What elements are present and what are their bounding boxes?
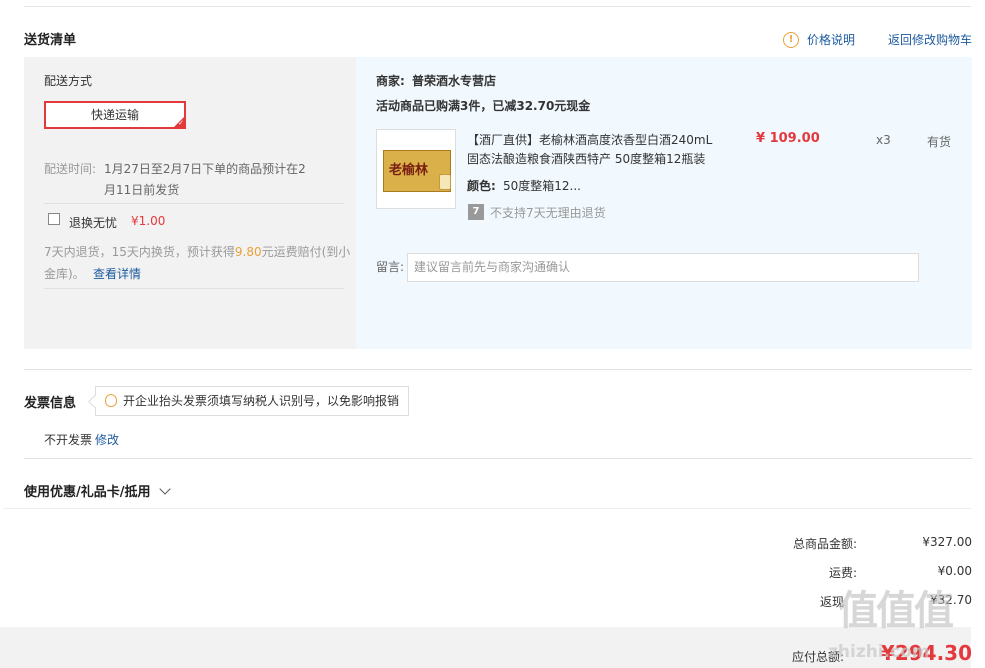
- bottle-shape: [439, 174, 451, 190]
- return-desc-suffix: 元运费赔付(到小: [261, 245, 351, 259]
- divider: [44, 203, 344, 204]
- invoice-tip-text: 开企业抬头发票须填写纳税人识别号，以免影响报销: [123, 394, 400, 408]
- return-desc-prefix: 7天内退货，15天内换货，预计获得: [44, 245, 235, 259]
- product-price: ¥ 109.00: [756, 131, 820, 146]
- price-note-label: 价格说明: [807, 33, 856, 47]
- invoice-tip-box: 开企业抬头发票须填写纳税人识别号，以免影响报销: [88, 386, 409, 416]
- divider: [44, 288, 344, 289]
- color-value: 50度整箱12...: [503, 179, 581, 193]
- goods-total-value: ¥327.00: [922, 535, 972, 549]
- product-title-line1[interactable]: 【酒厂直供】老榆林酒高度浓香型白酒240mL: [467, 131, 712, 148]
- watermark-domain: zhizhi.com: [828, 642, 930, 662]
- price-note-link[interactable]: ! 价格说明: [783, 31, 855, 48]
- message-label: 留言:: [376, 260, 405, 274]
- merchant-name: 普荣酒水专营店: [412, 74, 497, 88]
- return-desc-line2: 金库)。: [44, 267, 85, 281]
- divider: [3, 508, 971, 509]
- delivery-time-label: 配送时间:: [44, 162, 97, 176]
- return-desc-amount: 9.80: [234, 245, 262, 259]
- color-label: 颜色:: [467, 179, 496, 193]
- watermark-logo: 值值值: [838, 588, 954, 634]
- delivery-list-title: 送货清单: [24, 33, 77, 48]
- return-worry-price: ¥1.00: [131, 214, 166, 228]
- coupon-title: 使用优惠/礼品卡/抵用: [24, 485, 151, 500]
- product-quantity: x3: [876, 133, 891, 147]
- product-image-text: 老榆林: [389, 163, 429, 178]
- warning-icon: !: [783, 31, 799, 48]
- invoice-edit-link[interactable]: 修改: [95, 431, 119, 448]
- lightbulb-icon: [105, 394, 117, 407]
- promo-text: 活动商品已购满3件，已减32.70元现金: [376, 99, 591, 113]
- merchant-label: 商家:: [376, 74, 405, 88]
- return-worry-checkbox[interactable]: [48, 213, 60, 225]
- message-input[interactable]: 建议留言前先与商家沟通确认: [407, 253, 919, 282]
- no-return-badge-icon: 7: [468, 204, 484, 220]
- shipping-option-express[interactable]: 快递运输 ✓: [44, 101, 186, 129]
- return-worry-label: 退换无忧: [69, 216, 118, 230]
- product-title-line2[interactable]: 固态法酿造粮食酒陕西特产 50度整箱12瓶装: [467, 150, 705, 167]
- coupon-section-toggle[interactable]: 使用优惠/礼品卡/抵用: [24, 481, 171, 500]
- view-details-link[interactable]: 查看详情: [93, 265, 141, 282]
- goods-total-label: 总商品金额:: [792, 537, 857, 551]
- delivery-time-line2: 月11日前发货: [104, 183, 180, 197]
- product-image[interactable]: 老榆林: [376, 129, 456, 209]
- no-return-text: 不支持7天无理由退货: [490, 206, 606, 220]
- back-to-cart-link[interactable]: 返回修改购物车: [888, 31, 972, 48]
- checkmark-icon: ✓: [178, 119, 184, 127]
- divider: [24, 369, 972, 370]
- tip-arrow: [88, 395, 101, 408]
- shipping-option-label: 快递运输: [90, 108, 139, 122]
- top-divider: [24, 6, 971, 7]
- stock-status: 有货: [927, 135, 952, 149]
- invoice-status: 不开发票: [44, 433, 93, 447]
- shipping-fee-value: ¥0.00: [937, 564, 972, 578]
- shipping-method-label: 配送方式: [44, 74, 93, 88]
- divider: [24, 458, 972, 459]
- delivery-time-line1: 1月27日至2月7日下单的商品预计在2: [104, 162, 306, 176]
- chevron-down-icon: [159, 483, 171, 495]
- return-desc-line1: 7天内退货，15天内换货，预计获得9.80元运费赔付(到小: [44, 243, 350, 260]
- invoice-title: 发票信息: [24, 396, 77, 411]
